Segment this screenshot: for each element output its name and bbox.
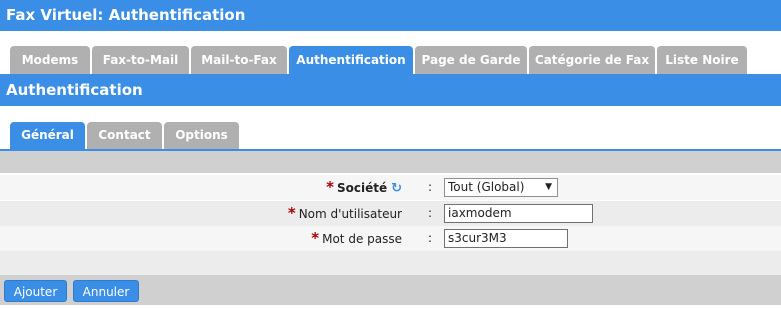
form-spacer-band — [0, 251, 781, 275]
add-button[interactable]: Ajouter — [4, 280, 67, 302]
tab-liste-noire[interactable]: Liste Noire — [657, 46, 747, 74]
mot-de-passe-label-text: Mot de passe — [322, 232, 402, 246]
societe-label: * Société ↻ — [326, 175, 402, 200]
password-field[interactable]: s3cur3M3 — [444, 229, 568, 248]
mot-de-passe-label: * Mot de passe — [311, 226, 402, 251]
username-field[interactable]: iaxmodem — [444, 204, 593, 223]
subtab-options[interactable]: Options — [164, 122, 239, 149]
nom-utilisateur-label-text: Nom d'utilisateur — [298, 207, 402, 221]
cancel-button[interactable]: Annuler — [73, 280, 139, 302]
subtab-contact[interactable]: Contact — [87, 122, 162, 149]
tab-modems[interactable]: Modems — [10, 46, 90, 74]
tab-fax-to-mail[interactable]: Fax-to-Mail — [92, 46, 189, 74]
tab-authentification[interactable]: Authentification — [289, 46, 413, 74]
page-title: Fax Virtuel: Authentification — [6, 6, 246, 24]
bottom-edge — [0, 305, 781, 309]
section-header: Authentification — [0, 74, 781, 106]
colon: : — [428, 206, 433, 220]
tab-page-de-garde[interactable]: Page de Garde — [415, 46, 527, 74]
form-row-mot-de-passe: * Mot de passe : s3cur3M3 — [0, 226, 781, 251]
required-mark: * — [326, 178, 334, 196]
app-title-bar: Fax Virtuel: Authentification — [0, 0, 781, 31]
refresh-icon[interactable]: ↻ — [391, 176, 402, 201]
colon: : — [428, 180, 433, 194]
section-title: Authentification — [6, 81, 143, 99]
required-mark: * — [287, 204, 296, 222]
societe-select[interactable]: Tout (Global) ▼ — [444, 178, 558, 197]
tab-categorie-de-fax[interactable]: Catégorie de Fax — [529, 46, 655, 74]
tab-mail-to-fax[interactable]: Mail-to-Fax — [191, 46, 287, 74]
societe-selected-value: Tout (Global) — [448, 180, 525, 194]
chevron-down-icon: ▼ — [545, 182, 552, 192]
subtab-general[interactable]: Général — [10, 122, 85, 149]
required-mark: * — [311, 229, 320, 247]
form-header-band — [0, 151, 781, 173]
nom-utilisateur-label: * Nom d'utilisateur — [288, 201, 402, 226]
form-row-societe: * Société ↻ : Tout (Global) ▼ — [0, 175, 781, 200]
colon: : — [428, 231, 433, 245]
form-row-nom-utilisateur: * Nom d'utilisateur : iaxmodem — [0, 201, 781, 226]
societe-label-text: Société — [336, 181, 388, 195]
